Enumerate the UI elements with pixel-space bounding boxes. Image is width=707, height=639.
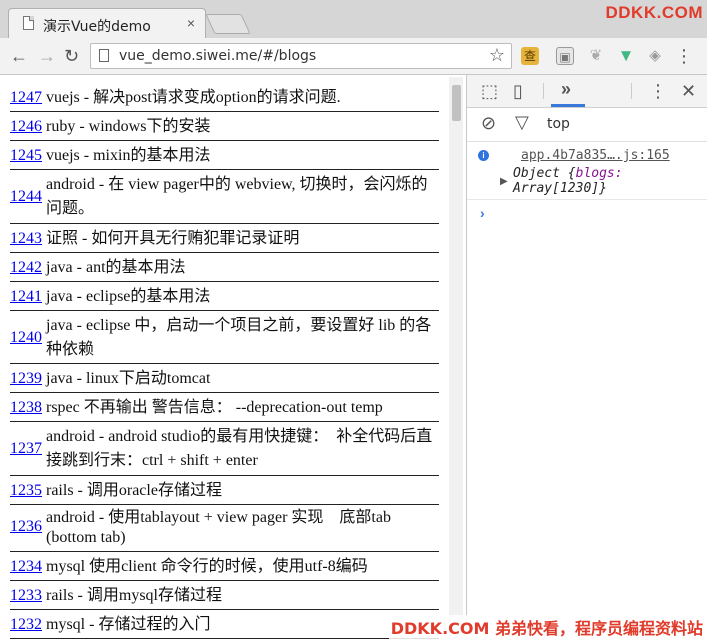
object-prefix: Object {: [513, 166, 576, 181]
blog-title: java - ant的基本用法: [46, 259, 186, 276]
blog-title: java - eclipse的基本用法: [46, 288, 211, 305]
table-row: 1235 rails - 调用oracle存储过程: [10, 477, 439, 505]
table-row: 1243 证照 - 如何开具无行贿犯罪记录证明: [10, 225, 439, 253]
blog-title: android - android studio的最有用快捷键： 补全代码后直接…: [46, 428, 433, 469]
blog-title: android - 在 view pager中的 webview, 切换时，会闪…: [46, 176, 428, 217]
blog-id-link[interactable]: 1232: [10, 616, 42, 634]
blog-id-link[interactable]: 1236: [10, 518, 42, 536]
blog-title: android - 使用tablayout + view pager 实现 底部…: [46, 509, 391, 546]
forward-arrow-icon[interactable]: →: [38, 46, 56, 67]
table-row: 1239 java - linux下启动tomcat: [10, 365, 439, 393]
table-row: 1247 vuejs - 解决post请求变成option的请求问题.: [10, 84, 439, 112]
object-value: Array[1230]}: [513, 181, 607, 196]
more-panels-icon[interactable]: »: [561, 79, 571, 100]
blog-id-link[interactable]: 1234: [10, 558, 42, 576]
table-row: 1233 rails - 调用mysql存储过程: [10, 582, 439, 610]
chrome-menu-icon[interactable]: ⋮: [675, 46, 693, 67]
inspect-element-icon[interactable]: ⬚: [481, 81, 498, 102]
console-prompt[interactable]: ›: [480, 205, 485, 221]
blog-id-link[interactable]: 1242: [10, 259, 42, 277]
table-row: 1246 ruby - windows下的安装: [10, 113, 439, 141]
devtools-panel: ⬚ ▯ » ⋮ ✕ ⊘ ▽ top i app.4b7a835….js:165 …: [466, 75, 707, 639]
table-row: 1238 rspec 不再输出 警告信息： --deprecation-out …: [10, 394, 439, 422]
watermark-bottom: DDKK.COM 弟弟快看，程序员编程资料站: [388, 615, 705, 639]
page-info-icon[interactable]: [99, 49, 109, 62]
vertical-scrollbar[interactable]: [449, 77, 463, 639]
blog-title: mysql - 存储过程的入门: [46, 616, 211, 633]
clear-console-icon[interactable]: ⊘: [481, 113, 496, 134]
blog-id-link[interactable]: 1246: [10, 118, 42, 136]
new-tab-button[interactable]: [205, 14, 251, 34]
table-row: 1232 mysql - 存储过程的入门: [10, 611, 439, 639]
extension-gray-icon[interactable]: ◈: [646, 47, 664, 65]
tab-title: 演示Vue的demo: [43, 19, 151, 35]
browser-tab[interactable]: 演示Vue的demo ×: [8, 8, 206, 39]
table-row: 1240 java - eclipse 中，启动一个项目之前，要设置好 lib …: [10, 312, 439, 364]
blog-title: rails - 调用mysql存储过程: [46, 587, 222, 604]
separator: [543, 83, 544, 99]
table-row: 1237 android - android studio的最有用快捷键： 补全…: [10, 423, 439, 476]
address-bar[interactable]: vue_demo.siwei.me/#/blogs ☆: [90, 43, 512, 69]
blog-title: 证照 - 如何开具无行贿犯罪记录证明: [46, 230, 300, 247]
close-icon[interactable]: ×: [187, 15, 195, 31]
browser-toolbar: ← → ↻ vue_demo.siwei.me/#/blogs ☆ 查 ▣ ❦ …: [0, 38, 707, 75]
filter-icon[interactable]: ▽: [515, 112, 529, 133]
back-arrow-icon[interactable]: ←: [10, 46, 28, 67]
blog-id-link[interactable]: 1237: [10, 440, 42, 458]
blog-title: java - linux下启动tomcat: [46, 370, 211, 387]
url-text[interactable]: vue_demo.siwei.me/#/blogs: [119, 48, 316, 64]
devtools-tab-bar: ⬚ ▯ » ⋮ ✕: [467, 75, 707, 108]
blog-id-link[interactable]: 1247: [10, 89, 42, 107]
blog-id-link[interactable]: 1235: [10, 482, 42, 500]
device-toolbar-icon[interactable]: ▯: [513, 81, 523, 102]
extension-lock-icon[interactable]: ▣: [556, 47, 574, 65]
blog-id-link[interactable]: 1244: [10, 188, 42, 206]
table-row: 1234 mysql 使用client 命令行的时候，使用utf-8编码: [10, 553, 439, 581]
extension-cha-icon[interactable]: 查: [521, 47, 539, 65]
extension-leaf-icon[interactable]: ❦: [587, 47, 605, 65]
table-row: 1236 android - 使用tablayout + view pager …: [10, 506, 439, 552]
blog-title: mysql 使用client 命令行的时候，使用utf-8编码: [46, 558, 368, 575]
blog-id-link[interactable]: 1245: [10, 147, 42, 165]
vue-devtools-icon[interactable]: ▼: [617, 47, 635, 65]
devtools-menu-icon[interactable]: ⋮: [649, 81, 667, 102]
blog-title: java - eclipse 中，启动一个项目之前，要设置好 lib 的各种依赖: [46, 317, 432, 358]
blog-id-link[interactable]: 1233: [10, 587, 42, 605]
close-devtools-icon[interactable]: ✕: [681, 81, 696, 102]
blog-id-link[interactable]: 1240: [10, 329, 42, 347]
object-key: blogs:: [575, 166, 623, 181]
context-selector[interactable]: top: [547, 116, 570, 132]
table-row: 1244 android - 在 view pager中的 webview, 切…: [10, 171, 439, 224]
table-row: 1241 java - eclipse的基本用法: [10, 283, 439, 311]
scrollbar-thumb[interactable]: [452, 85, 461, 121]
reload-icon[interactable]: ↻: [64, 46, 79, 67]
object-preview[interactable]: Object {blogs: Array[1230]}: [513, 166, 703, 196]
expand-triangle-icon[interactable]: ▶: [500, 176, 508, 187]
separator: [631, 83, 632, 99]
blog-title: vuejs - 解决post请求变成option的请求问题.: [46, 89, 341, 106]
blog-id-link[interactable]: 1243: [10, 230, 42, 248]
info-icon: i: [478, 150, 489, 161]
blog-id-link[interactable]: 1239: [10, 370, 42, 388]
blog-id-link[interactable]: 1238: [10, 399, 42, 417]
tab-strip: 演示Vue的demo × DDKK.COM: [0, 0, 707, 39]
console-message: i app.4b7a835….js:165 ▶ Object {blogs: A…: [467, 141, 707, 200]
watermark-top: DDKK.COM: [605, 3, 703, 22]
table-row: 1242 java - ant的基本用法: [10, 254, 439, 282]
blog-list-page: 1247 vuejs - 解决post请求变成option的请求问题. 1246…: [0, 75, 466, 639]
blog-title: vuejs - mixin的基本用法: [46, 147, 211, 164]
console-filter-bar: ⊘ ▽ top: [467, 107, 707, 142]
table-row: 1245 vuejs - mixin的基本用法: [10, 142, 439, 170]
blog-id-link[interactable]: 1241: [10, 288, 42, 306]
bookmark-star-icon[interactable]: ☆: [489, 45, 505, 66]
source-link[interactable]: app.4b7a835….js:165: [521, 148, 670, 163]
blog-title: ruby - windows下的安装: [46, 118, 211, 135]
blog-title: rspec 不再输出 警告信息： --deprecation-out temp: [46, 399, 383, 416]
blog-title: rails - 调用oracle存储过程: [46, 482, 222, 499]
page-icon: [23, 16, 34, 30]
